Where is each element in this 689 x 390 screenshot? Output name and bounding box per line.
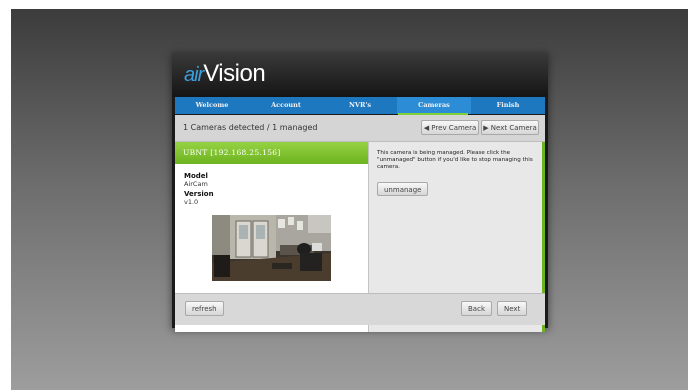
step-cameras[interactable]: Cameras — [397, 97, 471, 114]
wizard-footer: refresh Back Next — [175, 293, 545, 325]
prev-camera-button[interactable]: ◀ Prev Camera — [421, 120, 479, 135]
next-button[interactable]: Next — [497, 301, 528, 316]
preview-scene — [212, 215, 331, 281]
setup-wizard: airVision Welcome Account NVR's Cameras … — [172, 52, 548, 332]
wizard-header: airVision — [172, 52, 548, 97]
managed-message: This camera is being managed. Please cli… — [377, 150, 533, 170]
desktop-background: airVision Welcome Account NVR's Cameras … — [11, 9, 688, 390]
version-value: v1.0 — [184, 198, 199, 206]
next-camera-button[interactable]: ▶ Next Camera — [481, 120, 539, 135]
refresh-button[interactable]: refresh — [185, 301, 224, 316]
camera-title: UBNT [192.168.25.156] — [175, 142, 368, 164]
step-welcome[interactable]: Welcome — [175, 97, 249, 114]
camera-navigation: ◀ Prev Camera ▶ Next Camera — [421, 120, 539, 135]
back-button[interactable]: Back — [461, 301, 492, 316]
wizard-steps: Welcome Account NVR's Cameras Finish — [175, 97, 545, 114]
step-finish[interactable]: Finish — [471, 97, 545, 114]
model-label: Model — [184, 172, 208, 180]
logo-suffix: Vision — [203, 60, 266, 87]
unmanage-button[interactable]: unmanage — [377, 182, 429, 196]
logo-prefix: air — [184, 64, 204, 86]
version-label: Version — [184, 190, 214, 198]
step-nvrs[interactable]: NVR's — [323, 97, 397, 114]
model-value: AirCam — [184, 180, 208, 188]
camera-status-bar: 1 Cameras detected / 1 managed ◀ Prev Ca… — [175, 115, 545, 142]
cameras-detected-text: 1 Cameras detected / 1 managed — [183, 123, 318, 132]
airvision-logo: airVision — [184, 60, 266, 90]
step-account[interactable]: Account — [249, 97, 323, 114]
camera-preview-image — [212, 215, 331, 281]
